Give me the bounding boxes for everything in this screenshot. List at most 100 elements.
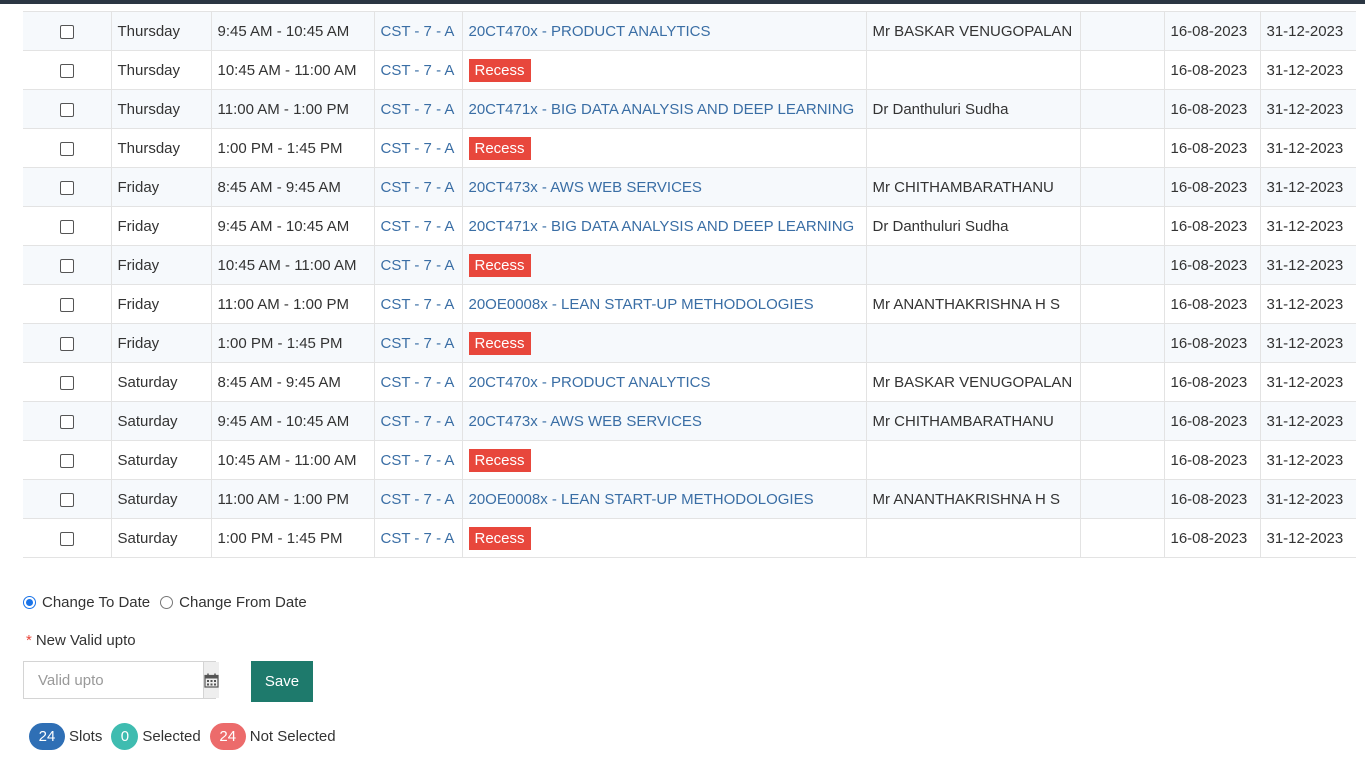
faculty-cell: Mr CHITHAMBARATHANU [865,167,1081,207]
select-cell [23,518,112,558]
from-date-cell: 16-08-2023 [1163,128,1261,168]
day-cell: Friday [110,245,212,285]
table-row: Thursday 9:45 AM - 10:45 AM CST - 7 - A 20C… [23,11,1356,51]
from-date-cell: 16-08-2023 [1163,479,1261,519]
new-valid-upto-text: New Valid upto [35,632,136,649]
section-cell[interactable]: CST - 7 - A [373,245,463,285]
subject-link[interactable]: 20CT473x - AWS WEB SERVICES [469,179,702,196]
section-cell[interactable]: CST - 7 - A [373,11,463,51]
day-cell: Friday [110,206,212,246]
select-cell [23,440,112,480]
subject-link[interactable]: 20OE0008x - LEAN START-UP METHODOLOGIES [469,491,814,508]
faculty-cell [865,440,1081,480]
timetable-slots-table: Thursday 9:45 AM - 10:45 AM CST - 7 - A 20C… [23,11,1356,558]
change-to-date-radio[interactable] [23,596,36,609]
section-cell[interactable]: CST - 7 - A [373,323,463,363]
select-cell [23,323,112,363]
subject-link[interactable]: 20CT470x - PRODUCT ANALYTICS [469,374,711,391]
select-cell [23,89,112,129]
row-checkbox[interactable] [59,531,74,546]
section-cell[interactable]: CST - 7 - A [373,284,463,324]
table-row: Thursday 1:00 PM - 1:45 PM CST - 7 - A Rece… [23,128,1356,168]
recess-badge: Recess [468,58,531,82]
from-date-cell: 16-08-2023 [1163,50,1261,90]
row-checkbox[interactable] [59,102,74,117]
not-selected-label: Not Selected [249,728,336,745]
section-cell[interactable]: CST - 7 - A [373,50,463,90]
subject-link[interactable]: 20CT471x - BIG DATA ANALYSIS AND DEEP LE… [469,101,855,118]
time-cell: 11:00 AM - 1:00 PM [210,284,375,324]
subject-link[interactable]: 20CT473x - AWS WEB SERVICES [469,413,702,430]
day-cell: Friday [110,323,212,363]
subject-cell: 20CT471x - BIG DATA ANALYSIS AND DEEP LE… [461,89,867,129]
faculty-cell [865,245,1081,285]
subject-cell: 20CT473x - AWS WEB SERVICES [461,401,867,441]
row-checkbox[interactable] [59,453,74,468]
day-cell: Thursday [110,11,212,51]
row-checkbox[interactable] [59,492,74,507]
select-cell [23,167,112,207]
to-date-cell: 31-12-2023 [1259,518,1356,558]
subject-link[interactable]: 20CT471x - BIG DATA ANALYSIS AND DEEP LE… [469,218,855,235]
row-checkbox[interactable] [59,141,74,156]
select-cell [23,206,112,246]
row-checkbox[interactable] [59,336,74,351]
table-row: Saturday 11:00 AM - 1:00 PM CST - 7 - A 20O… [23,479,1356,519]
day-cell: Saturday [110,518,212,558]
row-checkbox[interactable] [59,180,74,195]
empty-cell [1079,479,1165,519]
row-checkbox[interactable] [59,375,74,390]
faculty-cell: Mr ANANTHAKRISHNA H S [865,284,1081,324]
from-date-cell: 16-08-2023 [1163,440,1261,480]
row-checkbox[interactable] [59,219,74,234]
section-cell[interactable]: CST - 7 - A [373,89,463,129]
section-cell[interactable]: CST - 7 - A [373,440,463,480]
slots-count-badge: 24 [29,723,65,750]
valid-upto-input[interactable] [24,662,203,698]
recess-badge: Recess [468,136,531,160]
from-date-cell: 16-08-2023 [1163,362,1261,402]
row-checkbox[interactable] [59,63,74,78]
save-button[interactable]: Save [251,661,313,702]
calendar-icon[interactable] [203,662,219,698]
section-cell[interactable]: CST - 7 - A [373,362,463,402]
row-checkbox[interactable] [59,258,74,273]
subject-cell: 20CT473x - AWS WEB SERVICES [461,167,867,207]
change-from-date-radio[interactable] [160,596,174,609]
subject-cell: Recess [461,128,867,168]
to-date-cell: 31-12-2023 [1259,206,1356,246]
time-cell: 11:00 AM - 1:00 PM [210,89,375,129]
time-cell: 8:45 AM - 9:45 AM [210,167,375,207]
from-date-cell: 16-08-2023 [1163,11,1261,51]
day-cell: Friday [110,167,212,207]
section-cell[interactable]: CST - 7 - A [373,479,463,519]
valid-upto-date-group [23,661,219,699]
section-cell[interactable]: CST - 7 - A [373,206,463,246]
change-to-date-option[interactable]: Change To Date [23,594,150,611]
recess-badge: Recess [468,331,531,355]
required-mark: * [26,632,32,649]
empty-cell [1079,440,1165,480]
subject-cell: Recess [461,518,867,558]
day-cell: Saturday [110,440,212,480]
empty-cell [1079,89,1165,129]
section-cell[interactable]: CST - 7 - A [373,167,463,207]
section-cell[interactable]: CST - 7 - A [373,128,463,168]
change-from-date-option[interactable]: Change From Date [160,594,307,611]
from-date-cell: 16-08-2023 [1163,323,1261,363]
row-checkbox[interactable] [59,414,74,429]
table-row: Saturday 1:00 PM - 1:45 PM CST - 7 - A Rece… [23,518,1356,558]
from-date-cell: 16-08-2023 [1163,206,1261,246]
section-cell[interactable]: CST - 7 - A [373,518,463,558]
row-checkbox[interactable] [59,297,74,312]
day-cell: Thursday [110,89,212,129]
subject-link[interactable]: 20CT470x - PRODUCT ANALYTICS [469,23,711,40]
empty-cell [1079,11,1165,51]
row-checkbox[interactable] [59,24,74,39]
time-cell: 1:00 PM - 1:45 PM [210,128,375,168]
subject-link[interactable]: 20OE0008x - LEAN START-UP METHODOLOGIES [469,296,814,313]
section-cell[interactable]: CST - 7 - A [373,401,463,441]
faculty-cell [865,50,1081,90]
select-cell [23,245,112,285]
subject-cell: Recess [461,50,867,90]
